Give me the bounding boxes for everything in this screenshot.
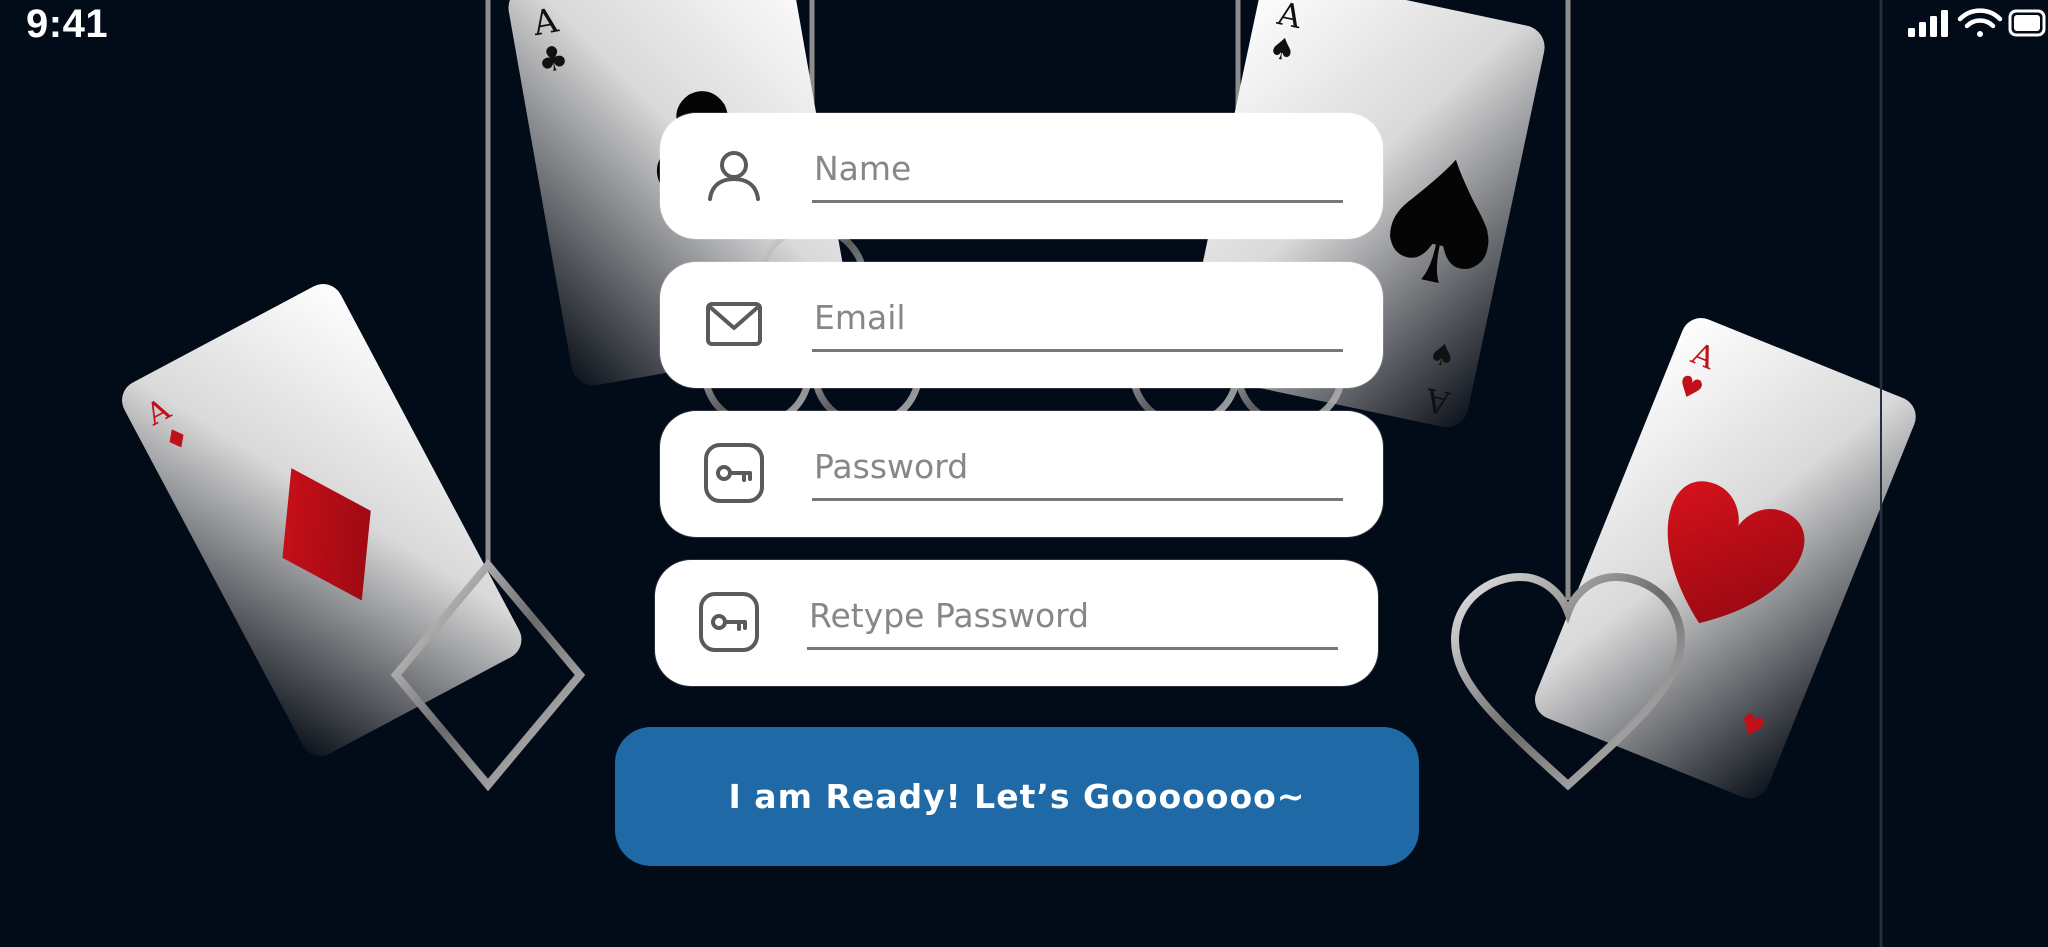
- card-ace-of-hearts: A ♥ ♥: [1534, 318, 1916, 799]
- card-ace-of-diamonds: A ♦: [122, 284, 522, 756]
- email-input[interactable]: [812, 292, 1343, 352]
- mail-icon: [706, 302, 762, 346]
- key-icon: [699, 592, 759, 652]
- wifi-icon: [1957, 8, 2003, 37]
- status-icons: [1848, 0, 2048, 54]
- retype-password-field-container: [655, 560, 1378, 686]
- password-input[interactable]: [812, 441, 1343, 501]
- submit-button[interactable]: I am Ready! Let’s Gooooooo~: [615, 727, 1419, 866]
- key-icon: [704, 443, 764, 503]
- name-input[interactable]: [812, 143, 1343, 203]
- battery-icon: [2008, 9, 2046, 37]
- retype-password-input[interactable]: [807, 590, 1338, 650]
- status-time: 9:41: [26, 2, 109, 46]
- name-field-container: [660, 113, 1383, 239]
- user-icon: [708, 151, 760, 201]
- email-field-container: [660, 262, 1383, 388]
- password-field-container: [660, 411, 1383, 537]
- cellular-signal-icon: [1908, 10, 1948, 37]
